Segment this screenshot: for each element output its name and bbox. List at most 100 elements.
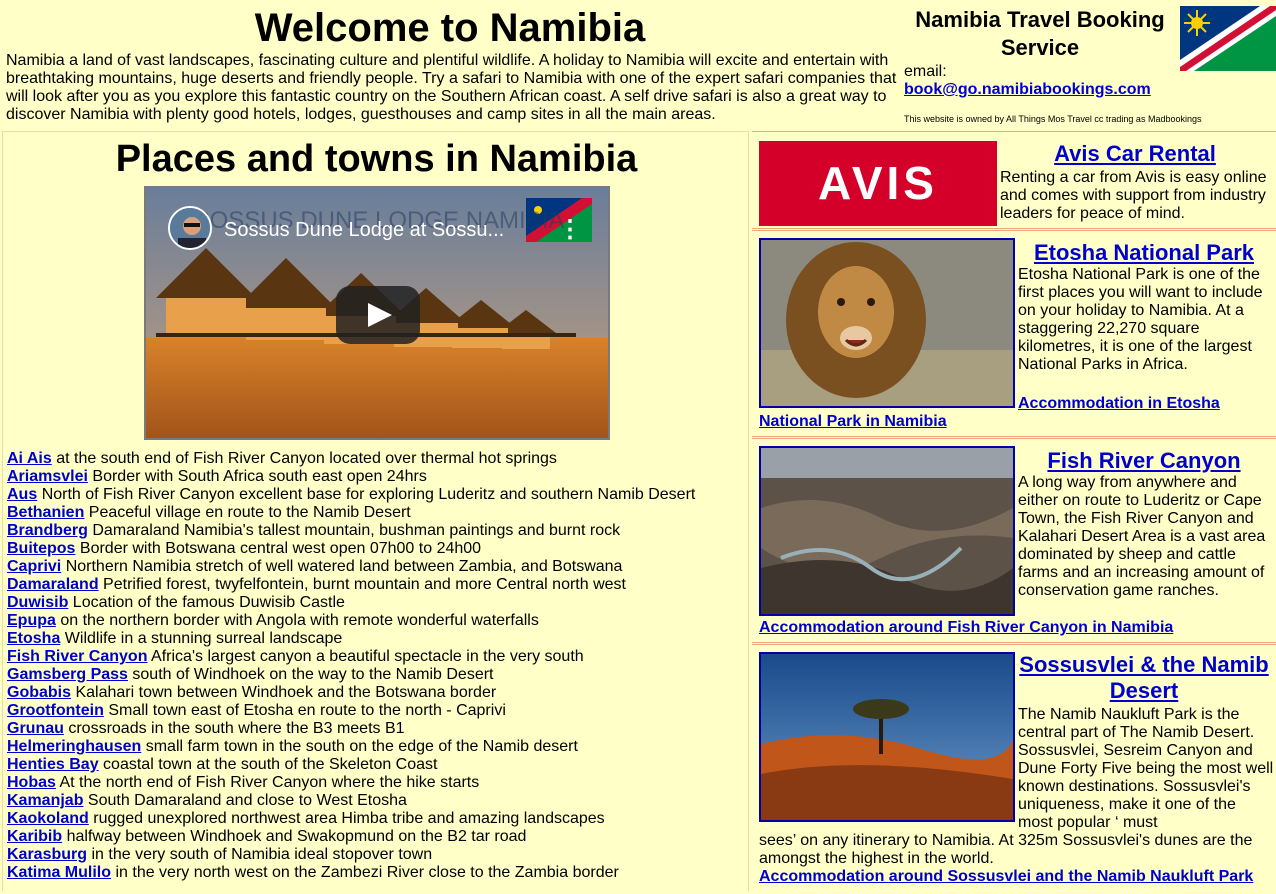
place-link[interactable]: Aus bbox=[7, 486, 37, 503]
place-item: Karibib halfway between Windhoek and Swa… bbox=[7, 828, 747, 846]
more-options-icon[interactable]: ⋮ bbox=[558, 218, 582, 242]
etosha-title-link[interactable]: Etosha National Park bbox=[1022, 240, 1266, 266]
etosha-description: Etosha National Park is one of the first… bbox=[1018, 266, 1263, 373]
fish-river-accommodation-link[interactable]: Accommodation around Fish River Canyon i… bbox=[759, 619, 1173, 637]
place-link[interactable]: Gamsberg Pass bbox=[7, 666, 128, 683]
place-description: Petrified forest, twyfelfontein, burnt m… bbox=[103, 576, 626, 593]
sossusvlei-title-link[interactable]: Sossusvlei & the Namib Desert bbox=[1018, 652, 1270, 704]
place-link[interactable]: Caprivi bbox=[7, 558, 61, 575]
avis-logo[interactable]: AVIS bbox=[759, 141, 997, 226]
email-link[interactable]: book@go.namibiabookings.com bbox=[904, 81, 1151, 99]
sossusvlei-desert-image[interactable] bbox=[759, 652, 1015, 822]
sossusvlei-accommodation-link[interactable]: Accommodation around Sossusvlei and the … bbox=[759, 868, 1253, 886]
place-item: Etosha Wildlife in a stunning surreal la… bbox=[7, 630, 747, 648]
place-item: Katima Mulilo in the very north west on … bbox=[7, 864, 747, 882]
place-link[interactable]: Gobabis bbox=[7, 684, 71, 701]
play-icon bbox=[368, 303, 392, 327]
place-link[interactable]: Karasburg bbox=[7, 846, 87, 863]
place-item: Ai Ais at the south end of Fish River Ca… bbox=[7, 450, 747, 468]
place-link[interactable]: Karibib bbox=[7, 828, 62, 845]
place-item: Grootfontein Small town east of Etosha e… bbox=[7, 702, 747, 720]
place-link[interactable]: Katima Mulilo bbox=[7, 864, 111, 881]
place-link[interactable]: Duwisib bbox=[7, 594, 68, 611]
place-description: Border with Botswana central west open 0… bbox=[79, 540, 482, 557]
place-link[interactable]: Ai Ais bbox=[7, 450, 52, 467]
place-description: in the very south of Namibia ideal stopo… bbox=[91, 846, 433, 863]
place-description: Small town east of Etosha en route to th… bbox=[108, 702, 506, 719]
fish-river-section: Fish River Canyon A long way from anywhe… bbox=[752, 438, 1276, 643]
place-item: Bethanien Peaceful village en route to t… bbox=[7, 504, 747, 522]
place-description: Damaraland Namibia's tallest mountain, b… bbox=[92, 522, 621, 539]
place-link[interactable]: Brandberg bbox=[7, 522, 88, 539]
header: Welcome to Namibia Namibia a land of vas… bbox=[0, 0, 1276, 130]
fish-river-title-link[interactable]: Fish River Canyon bbox=[1022, 448, 1266, 474]
place-description: on the northern border with Angola with … bbox=[60, 612, 539, 629]
place-item: Karasburg in the very south of Namibia i… bbox=[7, 846, 747, 864]
place-item: Grunau crossroads in the south where the… bbox=[7, 720, 747, 738]
place-description: Wildlife in a stunning surreal landscape bbox=[64, 630, 343, 647]
sossusvlei-description: The Namib Naukluft Park is the central p… bbox=[1018, 706, 1274, 831]
email-label: email: bbox=[904, 63, 947, 80]
place-item: Buitepos Border with Botswana central we… bbox=[7, 540, 747, 558]
place-item: Brandberg Damaraland Namibia's tallest m… bbox=[7, 522, 747, 540]
place-link[interactable]: Kamanjab bbox=[7, 792, 83, 809]
owner-note: This website is owned by All Things Mos … bbox=[904, 114, 1202, 124]
place-description: south of Windhoek on the way to the Nami… bbox=[132, 666, 494, 683]
place-link[interactable]: Fish River Canyon bbox=[7, 648, 147, 665]
place-item: Damaraland Petrified forest, twyfelfonte… bbox=[7, 576, 747, 594]
place-link[interactable]: Damaraland bbox=[7, 576, 99, 593]
avis-ad: AVIS Avis Car Rental Renting a car from … bbox=[752, 131, 1276, 229]
place-description: halfway between Windhoek and Swakopmund … bbox=[66, 828, 527, 845]
place-description: Africa's largest canyon a beautiful spec… bbox=[151, 648, 584, 665]
places-section: Places and towns in Namibia SOSSUS DUNE … bbox=[2, 131, 749, 891]
place-item: Kamanjab South Damaraland and close to W… bbox=[7, 792, 747, 810]
place-description: coastal town at the south of the Skeleto… bbox=[103, 756, 438, 773]
fish-river-description: A long way from anywhere and either on r… bbox=[1018, 474, 1266, 599]
place-link[interactable]: Grunau bbox=[7, 720, 64, 737]
place-description: at the south end of Fish River Canyon lo… bbox=[56, 450, 557, 467]
place-item: Henties Bay coastal town at the south of… bbox=[7, 756, 747, 774]
place-description: Peaceful village en route to the Namib D… bbox=[88, 504, 411, 521]
place-item: Gamsberg Pass south of Windhoek on the w… bbox=[7, 666, 747, 684]
channel-avatar[interactable] bbox=[168, 206, 212, 250]
place-description: crossroads in the south where the B3 mee… bbox=[68, 720, 405, 737]
avis-description: Renting a car from Avis is easy online a… bbox=[1000, 169, 1267, 222]
namibia-flag-icon bbox=[1180, 6, 1276, 71]
video-title[interactable]: Sossus Dune Lodge at Sossu... bbox=[224, 218, 504, 242]
place-link[interactable]: Bethanien bbox=[7, 504, 84, 521]
place-link[interactable]: Ariamsvlei bbox=[7, 468, 88, 485]
etosha-accommodation-link-cont[interactable]: National Park in Namibia bbox=[759, 413, 947, 431]
video-player[interactable]: SOSSUS DUNE LODGE NAMIBIA Sossus Dune Lo… bbox=[144, 186, 610, 440]
intro-text: Namibia a land of vast landscapes, fasci… bbox=[6, 52, 897, 123]
place-link[interactable]: Epupa bbox=[7, 612, 56, 629]
place-description: Location of the famous Duwisib Castle bbox=[72, 594, 345, 611]
etosha-lion-image[interactable] bbox=[759, 238, 1015, 408]
place-link[interactable]: Hobas bbox=[7, 774, 56, 791]
places-list: Ai Ais at the south end of Fish River Ca… bbox=[7, 450, 747, 882]
place-description: small farm town in the south on the edge… bbox=[145, 738, 578, 755]
place-link[interactable]: Henties Bay bbox=[7, 756, 99, 773]
play-button[interactable] bbox=[336, 286, 420, 344]
place-link[interactable]: Kaokoland bbox=[7, 810, 89, 827]
place-item: Fish River Canyon Africa's largest canyo… bbox=[7, 648, 747, 666]
page-title: Welcome to Namibia bbox=[254, 6, 646, 50]
place-description: South Damaraland and close to West Etosh… bbox=[87, 792, 407, 809]
booking-service-title: Namibia Travel Booking Service bbox=[915, 7, 1165, 60]
place-item: Gobabis Kalahari town between Windhoek a… bbox=[7, 684, 747, 702]
place-link[interactable]: Etosha bbox=[7, 630, 60, 647]
sossusvlei-description-cont: sees’ on any itinerary to Namibia. At 32… bbox=[759, 832, 1253, 867]
place-link[interactable]: Grootfontein bbox=[7, 702, 104, 719]
etosha-accommodation-link[interactable]: Accommodation in Etosha bbox=[1018, 395, 1220, 413]
fish-river-canyon-image[interactable] bbox=[759, 446, 1015, 616]
place-description: Border with South Africa south east open… bbox=[92, 468, 427, 485]
etosha-section: Etosha National Park Etosha National Par… bbox=[752, 230, 1276, 437]
place-item: Helmeringhausen small farm town in the s… bbox=[7, 738, 747, 756]
place-item: Duwisib Location of the famous Duwisib C… bbox=[7, 594, 747, 612]
place-description: North of Fish River Canyon excellent bas… bbox=[41, 486, 696, 503]
places-title: Places and towns in Namibia bbox=[115, 138, 638, 180]
place-link[interactable]: Helmeringhausen bbox=[7, 738, 141, 755]
avis-title-link[interactable]: Avis Car Rental bbox=[1002, 141, 1268, 167]
place-item: Hobas At the north end of Fish River Can… bbox=[7, 774, 747, 792]
place-link[interactable]: Buitepos bbox=[7, 540, 75, 557]
place-description: in the very north west on the Zambezi Ri… bbox=[115, 864, 619, 881]
